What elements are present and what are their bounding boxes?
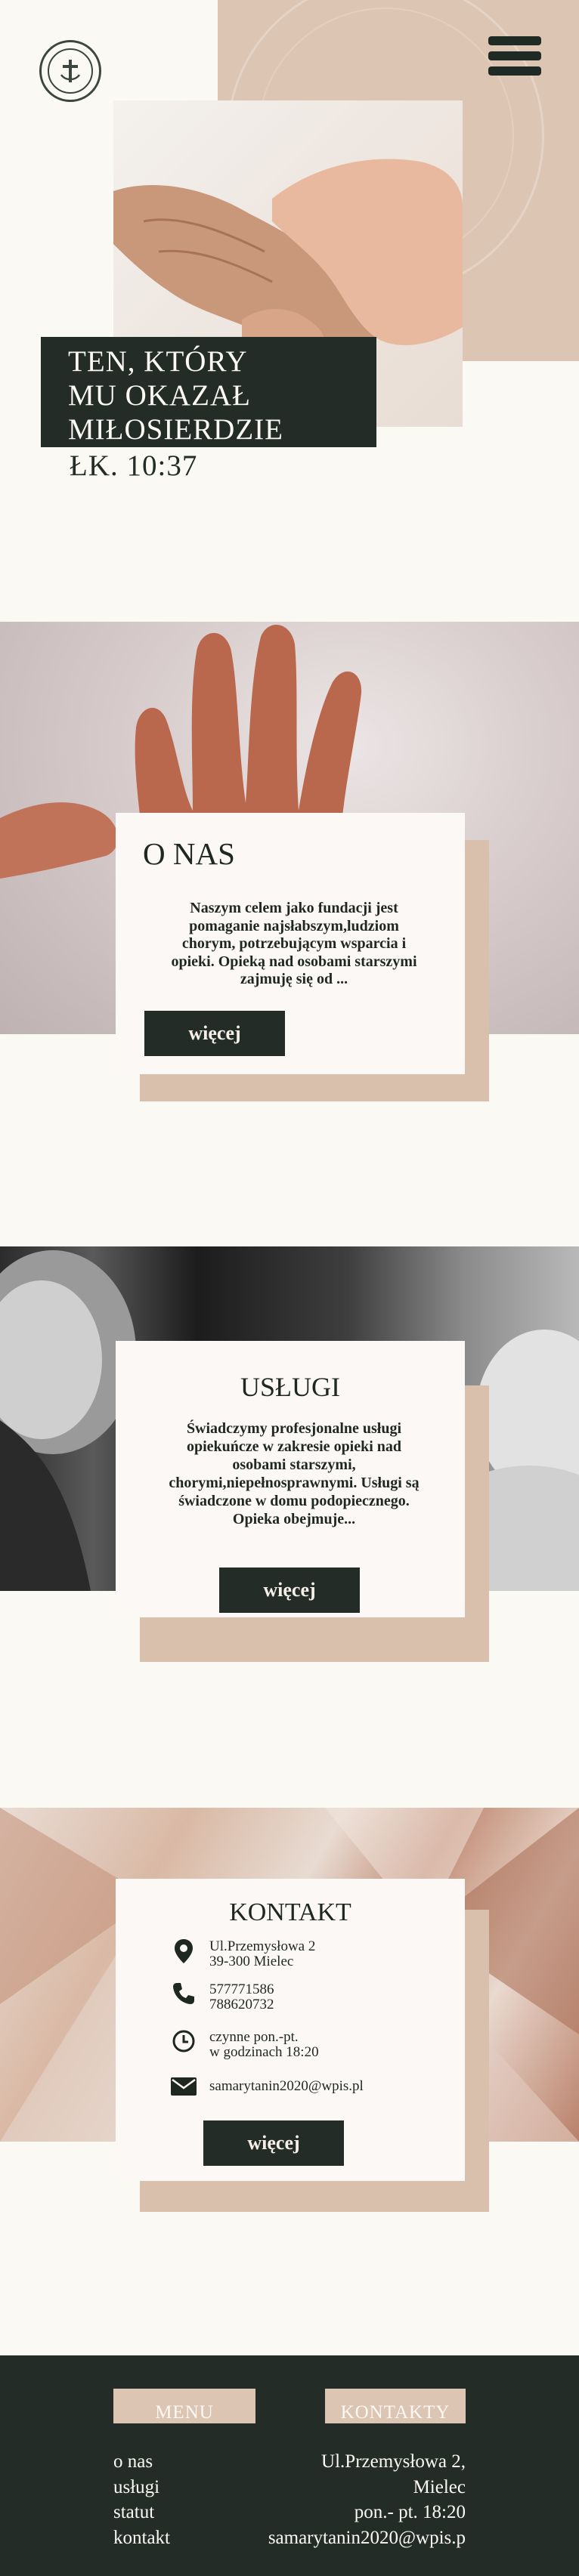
logo-emblem [48,48,93,94]
uslugi-card: USŁUGI Świadczymy profesjonalne usługi o… [116,1341,465,1617]
kontakt-address: Ul.Przemysłowa 2 39-300 Mielec [169,1939,315,1969]
hero-bible-reference: ŁK. 10:37 [70,449,198,482]
kontakt-address-line2: 39-300 Mielec [209,1953,294,1969]
kontakt-email[interactable]: samarytanin2020@wpis.pl [169,2077,364,2096]
clock-icon [169,2030,199,2052]
hamburger-menu-button[interactable] [488,36,541,76]
kontakt-email-text[interactable]: samarytanin2020@wpis.pl [209,2079,364,2094]
hero-title-line: TEN, KTÓRY [68,345,248,378]
onas-text: Naszym celem jako fundacji jest pomagani… [171,900,417,988]
uslugi-text: Świadczymy profesjonalne usługi opiekuńc… [169,1420,420,1527]
kontakt-phones[interactable]: 577771586 788620732 [169,1982,274,2012]
footer-contact-list: Ul.Przemysłowa 2, Mielec pon.- pt. 18:20… [268,2449,466,2550]
logo[interactable] [39,40,101,102]
location-pin-icon [169,1939,199,1963]
footer-menu-heading: MENU [113,2389,255,2423]
hamburger-icon-bar [488,66,541,76]
footer-link-statut[interactable]: statut [113,2500,170,2525]
cross-icon [60,60,81,82]
kontakt-address-line1: Ul.Przemysłowa 2 [209,1938,316,1954]
footer-link-onas[interactable]: o nas [113,2449,170,2475]
hero-title-box: TEN, KTÓRY MU OKAZAŁ MIŁOSIERDZIE [41,337,376,447]
hero-title-line: MIŁOSIERDZIE [68,413,283,446]
kontakt-more-button[interactable]: więcej [203,2120,344,2166]
kontakt-hours: czynne pon.-pt. w godzinach 18:20 [169,2030,319,2060]
kontakt-card: KONTAKT Ul.Przemysłowa 2 39-300 Mielec 5… [116,1879,465,2181]
uslugi-title: USŁUGI [240,1372,340,1402]
kontakt-phone2[interactable]: 788620732 [209,1997,274,2012]
onas-card: O NAS Naszym celem jako fundacji jest po… [116,813,465,1074]
kontakt-hours-line2: w godzinach 18:20 [209,2043,319,2060]
footer-contact-line: pon.- pt. 18:20 [354,2502,466,2522]
kontakt-title: KONTAKT [229,1898,351,1926]
envelope-icon [169,2077,199,2096]
kontakt-hours-line1: czynne pon.-pt. [209,2029,299,2045]
hero-title-line: MU OKAZAŁ [68,379,251,412]
kontakt-phone1[interactable]: 577771586 [209,1982,274,1997]
hamburger-icon-bar [488,36,541,45]
footer-contact-line: Mielec [413,2476,466,2497]
phone-icon [169,1982,199,2005]
footer-contact-heading: KONTAKTY [325,2389,466,2423]
footer-contact-email[interactable]: samarytanin2020@wpis.p [268,2525,466,2551]
uslugi-more-button[interactable]: więcej [219,1568,360,1613]
hamburger-icon-bar [488,51,541,60]
footer-contact-line: Ul.Przemysłowa 2, [321,2451,466,2472]
footer: MENU KONTAKTY o nas usługi statut kontak… [0,2355,579,2576]
footer-link-kontakt[interactable]: kontakt [113,2525,170,2551]
footer-link-uslugi[interactable]: usługi [113,2475,170,2500]
onas-more-button[interactable]: więcej [144,1011,285,1056]
footer-menu-list: o nas usługi statut kontakt [113,2449,170,2550]
onas-title: O NAS [143,836,235,871]
